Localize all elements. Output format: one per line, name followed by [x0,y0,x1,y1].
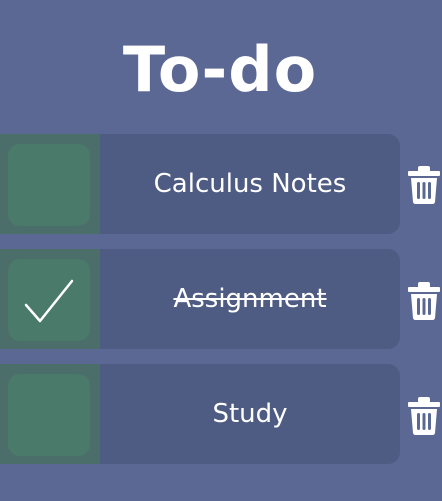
todo-checkbox[interactable] [8,144,90,226]
checkbox-cell [0,249,100,349]
todo-item-study: Study [0,364,400,464]
checkbox-cell [0,134,100,234]
trash-icon[interactable] [408,396,440,436]
todo-label[interactable]: Calculus Notes [100,134,400,234]
checkmark-icon [24,279,74,323]
todo-label[interactable]: Study [100,364,400,464]
checkbox-cell [0,364,100,464]
todo-checkbox[interactable] [8,374,90,456]
todo-item-assignment: Assignment [0,249,400,349]
trash-icon[interactable] [408,281,440,321]
todo-checkbox-checked[interactable] [8,259,90,341]
todo-label[interactable]: Assignment [100,249,400,349]
trash-icon[interactable] [408,165,440,205]
page-title: To-do [122,33,318,106]
todo-item-calculus-notes: Calculus Notes [0,134,400,234]
